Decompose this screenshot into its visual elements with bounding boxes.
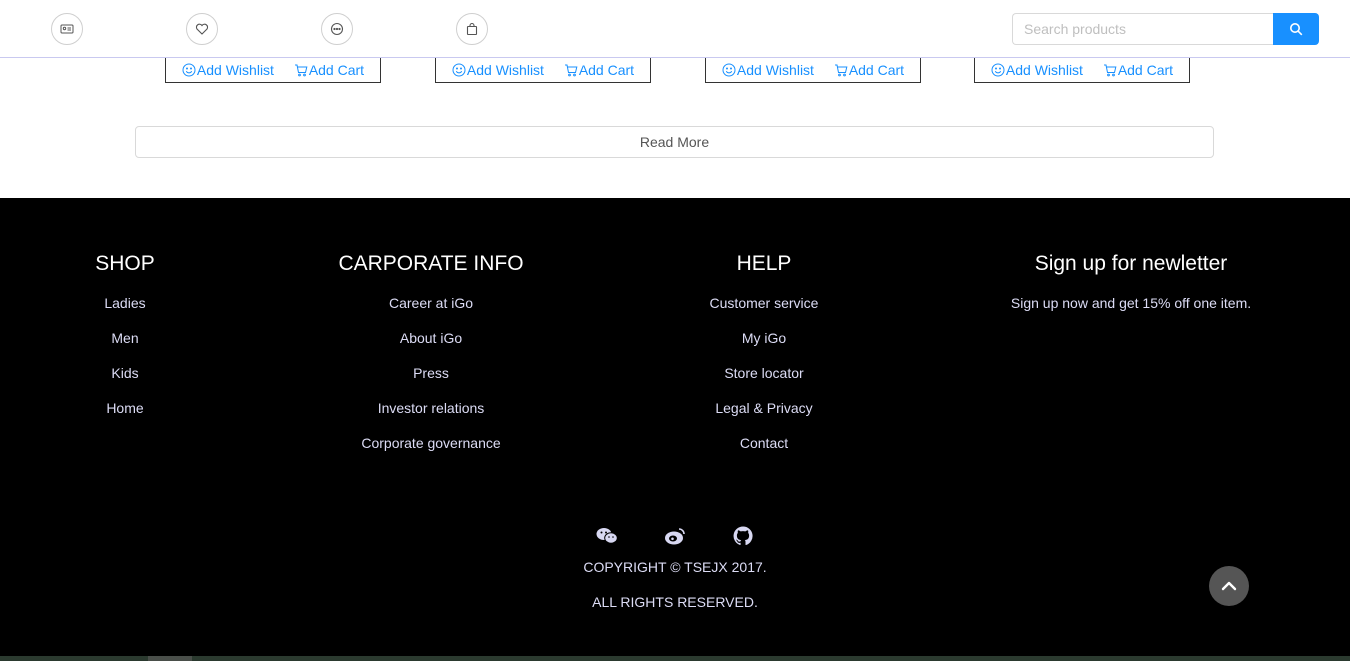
smile-icon — [722, 63, 736, 77]
add-cart-button[interactable]: Add Cart — [1103, 62, 1173, 78]
footer-link[interactable]: Corporate governance — [331, 426, 531, 461]
footer-link[interactable]: About iGo — [331, 321, 531, 356]
footer-corporate-column: CARPORATE INFO Career at iGo About iGo P… — [331, 250, 531, 461]
wechat-icon[interactable] — [596, 525, 618, 547]
footer-link[interactable]: Men — [65, 321, 185, 356]
add-wishlist-button[interactable]: Add Wishlist — [991, 62, 1083, 78]
product-actions: Add Wishlist Add Cart — [705, 58, 921, 83]
footer-help-title: HELP — [736, 252, 792, 275]
footer-link[interactable]: Contact — [684, 426, 844, 461]
add-cart-button[interactable]: Add Cart — [564, 62, 634, 78]
site-footer: SHOP Ladies Men Kids Home CARPORATE INFO… — [0, 198, 1350, 661]
footer-link[interactable]: My iGo — [684, 321, 844, 356]
add-wishlist-button[interactable]: Add Wishlist — [722, 62, 814, 78]
smile-icon — [182, 63, 196, 77]
footer-link[interactable]: Ladies — [65, 286, 185, 321]
add-cart-button[interactable]: Add Cart — [294, 62, 364, 78]
newsletter-text: Sign up now and get 15% off one item. — [1010, 295, 1252, 311]
search-input[interactable] — [1012, 13, 1273, 45]
cart-icon — [294, 64, 308, 77]
rights-text: ALL RIGHTS RESERVED. — [592, 594, 758, 610]
add-wishlist-button[interactable]: Add Wishlist — [182, 62, 274, 78]
search-icon — [1290, 23, 1303, 36]
footer-link[interactable]: Kids — [65, 356, 185, 391]
footer-shop-title: SHOP — [95, 252, 155, 275]
footer-newsletter-title: Sign up for newletter — [1034, 252, 1228, 275]
back-to-top-button[interactable] — [1209, 566, 1249, 606]
add-cart-button[interactable]: Add Cart — [834, 62, 904, 78]
social-links — [0, 525, 1350, 547]
cart-icon — [564, 64, 578, 77]
smile-icon — [991, 63, 1005, 77]
footer-shop-column: SHOP Ladies Men Kids Home — [65, 250, 185, 426]
search-button[interactable] — [1273, 13, 1319, 45]
cart-icon — [834, 64, 848, 77]
product-actions: Add Wishlist Add Cart — [435, 58, 651, 83]
horizontal-scrollbar[interactable] — [0, 656, 1350, 661]
footer-link[interactable]: Press — [331, 356, 531, 391]
top-header — [0, 0, 1350, 58]
search-bar — [1012, 13, 1319, 45]
footer-newsletter-column: Sign up for newletter Sign up now and ge… — [991, 250, 1271, 321]
github-icon[interactable] — [732, 525, 754, 547]
scrollbar-thumb[interactable] — [148, 656, 192, 661]
read-more-button[interactable]: Read More — [135, 126, 1214, 158]
footer-link[interactable]: Legal & Privacy — [684, 391, 844, 426]
shopping-bag-icon[interactable] — [456, 13, 488, 45]
footer-link[interactable]: Store locator — [684, 356, 844, 391]
chevron-up-icon — [1221, 581, 1237, 591]
smile-icon — [452, 63, 466, 77]
footer-link[interactable]: Customer service — [684, 286, 844, 321]
chat-icon[interactable] — [321, 13, 353, 45]
footer-link[interactable]: Home — [65, 391, 185, 426]
footer-corporate-title: CARPORATE INFO — [338, 252, 524, 275]
footer-help-column: HELP Customer service My iGo Store locat… — [684, 250, 844, 461]
copyright-text: COPYRIGHT © TSEJX 2017. — [583, 559, 767, 575]
heart-icon[interactable] — [186, 13, 218, 45]
contact-card-icon[interactable] — [51, 13, 83, 45]
product-actions: Add Wishlist Add Cart — [165, 58, 381, 83]
footer-link[interactable]: Investor relations — [331, 391, 531, 426]
product-actions: Add Wishlist Add Cart — [974, 58, 1190, 83]
weibo-icon[interactable] — [664, 525, 686, 547]
add-wishlist-button[interactable]: Add Wishlist — [452, 62, 544, 78]
footer-link[interactable]: Career at iGo — [331, 286, 531, 321]
cart-icon — [1103, 64, 1117, 77]
